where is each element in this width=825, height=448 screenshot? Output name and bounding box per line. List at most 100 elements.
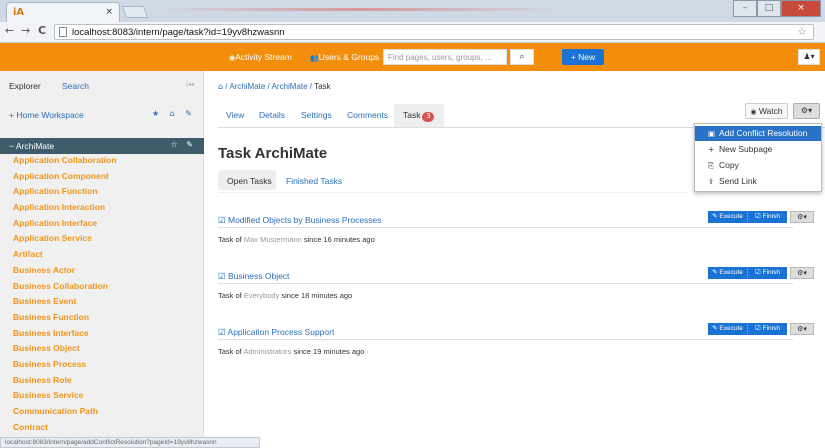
close-tab-icon[interactable]: × [105, 7, 113, 17]
tab-view[interactable]: View [226, 110, 244, 120]
activity-stream-link[interactable]: ◉Activity Stream [229, 52, 292, 62]
tab-task[interactable]: Task 3 [403, 110, 435, 122]
search-input[interactable]: Find pages, users, groups, ... [383, 49, 507, 65]
tab-finished-tasks[interactable]: Finished Tasks [286, 176, 342, 186]
finish-button[interactable]: ☑ Finish [748, 267, 787, 279]
sidebar-item[interactable]: Communication Path [0, 404, 204, 420]
execute-button[interactable]: ✎ Execute [708, 211, 748, 223]
search-icon[interactable]: ⌕ [510, 49, 534, 65]
sidebar-item[interactable]: Application Collaboration [0, 153, 204, 169]
menu-item-add-conflict-resolution[interactable]: ▣ Add Conflict Resolution [695, 126, 821, 141]
task-tabs-divider [218, 192, 688, 193]
tab-search[interactable]: Search [62, 81, 89, 91]
address-url: localhost:8083/intern/page/task?id=19yv8… [72, 27, 285, 38]
section-icons[interactable]: ☆ ✎ [171, 140, 196, 149]
sidebar-tabs: Explorer Search |◂◂ [0, 71, 204, 97]
reload-icon[interactable]: C [38, 24, 46, 37]
back-arrow-icon[interactable]: ← [5, 24, 14, 37]
breadcrumb: ⌂ / ArchiMate / ArchiMate / Task [218, 82, 331, 91]
sidebar-item[interactable]: Business Role [0, 373, 204, 389]
sidebar-item[interactable]: Business Function [0, 310, 204, 326]
task-gear-icon[interactable]: ⚙▾ [790, 323, 814, 335]
sidebar-home-workspace[interactable]: + Home Workspace ★ ⌂ ✎ [0, 105, 204, 125]
share-icon: ⇪ [708, 177, 715, 186]
menu-item-copy[interactable]: ⎘ Copy [695, 158, 821, 173]
close-window-icon[interactable]: × [781, 0, 821, 17]
task-divider [218, 227, 793, 228]
finish-button[interactable]: ☑ Finish [748, 211, 787, 223]
new-tab-button[interactable] [121, 6, 149, 18]
ia-logo-icon: iA [13, 7, 25, 18]
address-bar[interactable]: localhost:8083/intern/page/task?id=19yv8… [54, 24, 814, 40]
sidebar-item[interactable]: Business Service [0, 388, 204, 404]
edit-icon: ☑ [218, 328, 226, 338]
file-icon: ▣ [708, 129, 716, 138]
breadcrumb-item[interactable]: ArchiMate [229, 82, 265, 91]
watch-button[interactable]: ◉ Watch [745, 103, 788, 119]
tab-open-tasks[interactable]: Open Tasks [227, 176, 272, 186]
sidebar-item[interactable]: Business Interface [0, 326, 204, 342]
sidebar-item[interactable]: Application Service [0, 231, 204, 247]
tab-settings[interactable]: Settings [301, 110, 332, 120]
task-item: ☑ Business Object Task of Everybody sinc… [218, 267, 825, 311]
page-settings-gear-icon[interactable]: ⚙▾ [793, 103, 820, 119]
menu-item-new-subpage[interactable]: + New Subpage [695, 142, 821, 157]
browser-tab[interactable]: iA iA × [6, 2, 120, 22]
collapse-sidebar-icon[interactable]: |◂◂ [186, 81, 194, 88]
finish-button[interactable]: ☑ Finish [748, 323, 787, 335]
sidebar-item[interactable]: Business Actor [0, 263, 204, 279]
sidebar-section-archimate[interactable]: − ArchiMate ☆ ✎ [0, 138, 204, 154]
titlebar-decoration [160, 8, 560, 11]
home-workspace-label: + Home Workspace [9, 110, 84, 120]
bookmark-star-icon[interactable]: ☆ [797, 25, 807, 38]
task-title-link[interactable]: ☑ Business Object [218, 271, 289, 282]
tab-comments[interactable]: Comments [347, 110, 388, 120]
home-workspace-icons[interactable]: ★ ⌂ ✎ [152, 109, 196, 118]
users-icon: 👥 [310, 54, 319, 62]
execute-button[interactable]: ✎ Execute [708, 323, 748, 335]
task-assignee[interactable]: Administrators [243, 347, 291, 356]
tab-details[interactable]: Details [259, 110, 285, 120]
page-actions-dropdown: ▣ Add Conflict Resolution + New Subpage ⎘ C… [694, 123, 822, 192]
sidebar-item[interactable]: Business Object [0, 341, 204, 357]
sidebar-item[interactable]: Contract [0, 420, 204, 436]
task-divider [218, 339, 793, 340]
sidebar-item[interactable]: Application Component [0, 169, 204, 185]
task-actions: ✎ Execute ☑ Finish ⚙▾ [708, 267, 814, 281]
sidebar-list: Application Collaboration Application Co… [0, 153, 204, 435]
page-icon [59, 27, 67, 37]
browser-toolbar: ← → C localhost:8083/intern/page/task?id… [0, 22, 825, 43]
sidebar-item[interactable]: Artifact [0, 247, 204, 263]
browser-status-url: localhost:8083/intern/page/addConflictRe… [0, 437, 260, 448]
user-menu-icon[interactable]: ♟▾ [798, 49, 820, 65]
sidebar-item[interactable]: Business Event [0, 294, 204, 310]
menu-item-send-link[interactable]: ⇪ Send Link [695, 174, 821, 189]
sidebar-item[interactable]: Application Interface [0, 216, 204, 232]
sidebar-item[interactable]: Business Process [0, 357, 204, 373]
task-actions: ✎ Execute ☑ Finish ⚙▾ [708, 323, 814, 337]
task-assignee[interactable]: Max Mustermann [244, 235, 302, 244]
task-item: ☑ Modified Objects by Business Processes… [218, 211, 825, 255]
forward-arrow-icon[interactable]: → [21, 24, 30, 37]
users-groups-link[interactable]: 👥Users & Groups [310, 52, 379, 62]
edit-icon: ☑ [218, 272, 226, 282]
task-title-link[interactable]: ☑ Modified Objects by Business Processes [218, 215, 382, 226]
sidebar-item[interactable]: Application Function [0, 184, 204, 200]
maximize-window-icon[interactable]: □ [757, 0, 781, 17]
home-icon[interactable]: ⌂ [218, 82, 223, 91]
breadcrumb-item[interactable]: ArchiMate [272, 82, 308, 91]
minimize-window-icon[interactable]: – [733, 0, 757, 17]
sidebar-item[interactable]: Application Interaction [0, 200, 204, 216]
tab-explorer[interactable]: Explorer [9, 81, 41, 91]
sidebar-item[interactable]: Business Collaboration [0, 279, 204, 295]
task-title-link[interactable]: ☑ Application Process Support [218, 327, 334, 338]
task-gear-icon[interactable]: ⚙▾ [790, 267, 814, 279]
task-meta: Task of Administrators since 19 minutes … [218, 347, 365, 356]
execute-button[interactable]: ✎ Execute [708, 267, 748, 279]
app-header: ◉Activity Stream 👥Users & Groups Find pa… [0, 43, 825, 71]
task-item: ☑ Application Process Support Task of Ad… [218, 323, 825, 367]
task-assignee[interactable]: Everybody [244, 291, 279, 300]
task-gear-icon[interactable]: ⚙▾ [790, 211, 814, 223]
task-divider [218, 283, 793, 284]
new-button[interactable]: + New [562, 49, 604, 65]
